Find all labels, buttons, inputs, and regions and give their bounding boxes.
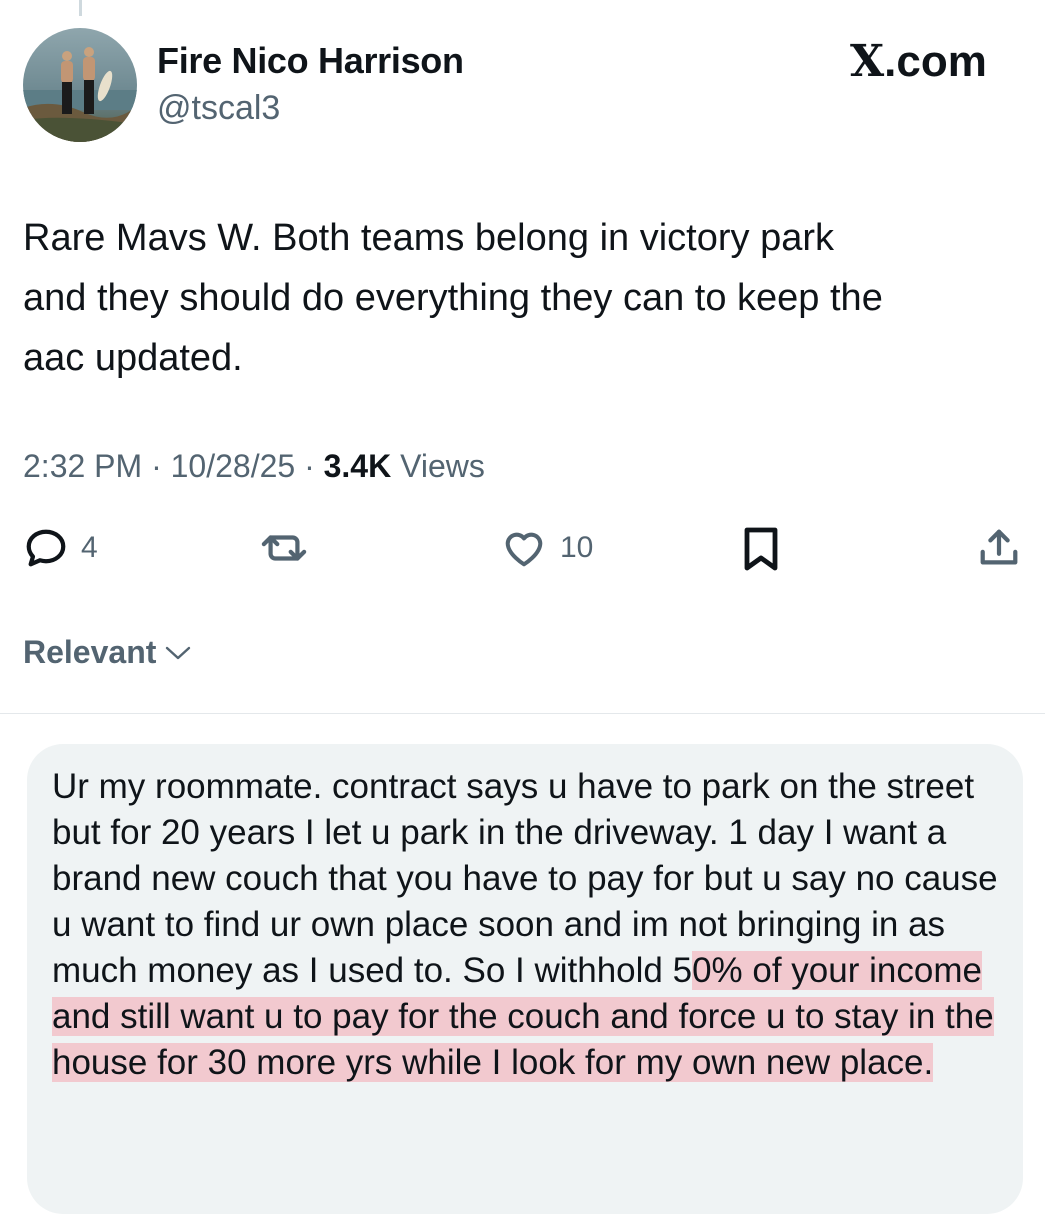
share-button[interactable]: [976, 525, 1022, 571]
tweet-date[interactable]: 10/28/25: [171, 448, 296, 484]
reply-count: 4: [81, 531, 98, 564]
reply-icon: [26, 529, 66, 567]
repost-button[interactable]: [258, 525, 310, 571]
brand-label-text: .com: [884, 37, 987, 86]
meta-separator: ·: [304, 448, 315, 484]
views-label: Views: [400, 448, 485, 484]
avatar[interactable]: [23, 28, 137, 142]
like-button[interactable]: 10: [500, 525, 593, 571]
views-count: 3.4K: [323, 448, 392, 484]
reply-button[interactable]: 4: [23, 525, 98, 571]
bookmark-icon: [744, 527, 778, 571]
sort-label: Relevant: [23, 634, 157, 670]
thread-connector-line: [79, 0, 82, 16]
tweet-text: Rare Mavs W. Both teams belong in victor…: [23, 217, 883, 379]
tweet-meta: 2:32 PM · 10/28/25 · 3.4K Views: [23, 448, 485, 485]
x-logo-icon: X: [850, 36, 885, 87]
heart-icon: [505, 532, 543, 567]
bookmark-button[interactable]: [741, 525, 781, 573]
meta-separator: ·: [151, 448, 162, 484]
share-icon: [980, 529, 1018, 565]
sort-replies-dropdown[interactable]: Relevant: [23, 634, 192, 671]
brand-label: X.com: [850, 36, 987, 87]
section-divider: [0, 713, 1045, 714]
like-count: 10: [560, 531, 594, 564]
avatar-photo: [23, 28, 137, 142]
chevron-down-icon: [166, 646, 191, 659]
repost-icon: [261, 535, 307, 561]
author-handle[interactable]: @tscal3: [157, 89, 280, 128]
tweet-time[interactable]: 2:32 PM: [23, 448, 142, 484]
reply-text: Ur my roommate. contract says u have to …: [52, 764, 1012, 1086]
tweet-actions: 4 10: [0, 525, 1045, 585]
author-display-name[interactable]: Fire Nico Harrison: [157, 40, 464, 82]
